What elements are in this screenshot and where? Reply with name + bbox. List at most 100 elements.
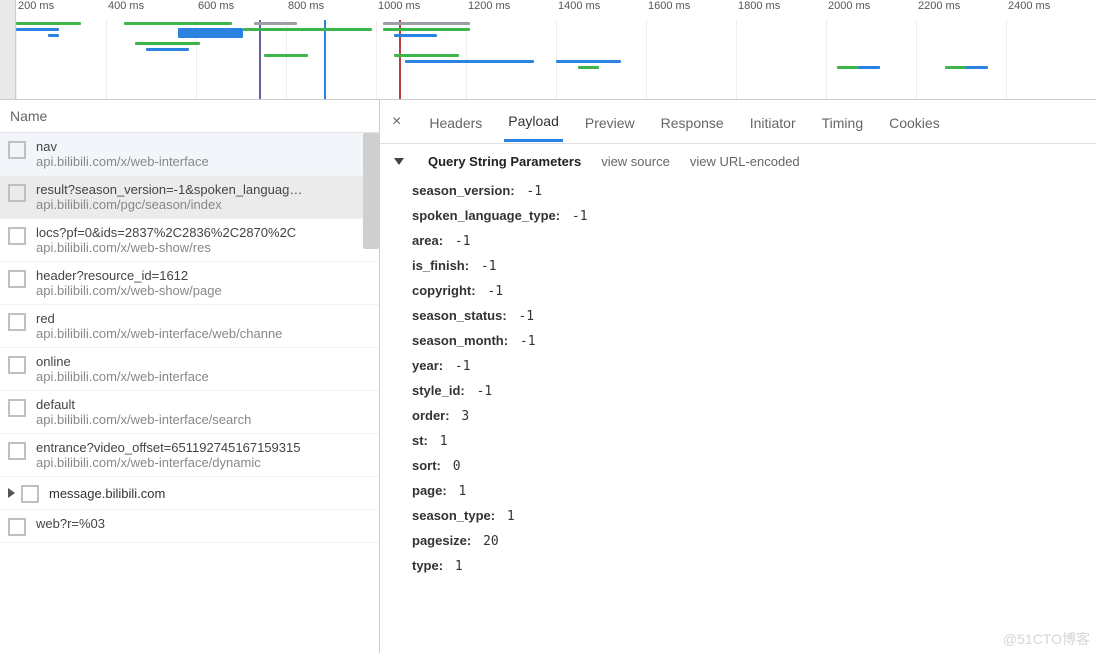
chevron-right-icon [8, 488, 15, 498]
query-param: season_month: -1 [412, 333, 1082, 349]
param-value: 1 [432, 434, 448, 449]
tab-preview[interactable]: Preview [581, 103, 639, 141]
param-value: -1 [511, 309, 534, 324]
param-key: style_id: [412, 383, 465, 398]
param-key: copyright: [412, 283, 476, 298]
request-domain: api.bilibili.com/x/web-interface/search [36, 412, 251, 427]
checkbox-icon[interactable] [8, 313, 26, 331]
timeline-tick: 2200 ms [916, 0, 1006, 20]
checkbox-icon[interactable] [8, 356, 26, 374]
param-value: -1 [564, 209, 587, 224]
load-marker-icon [324, 20, 326, 99]
request-row[interactable]: result?season_version=-1&spoken_languag…… [0, 176, 379, 219]
name-column-header[interactable]: Name [0, 100, 379, 133]
param-key: season_type: [412, 508, 495, 523]
request-row[interactable]: locs?pf=0&ids=2837%2C2836%2C2870%2Capi.b… [0, 219, 379, 262]
tab-cookies[interactable]: Cookies [885, 103, 944, 141]
request-row[interactable]: redapi.bilibili.com/x/web-interface/web/… [0, 305, 379, 348]
timeline-tick: 2400 ms [1006, 0, 1096, 20]
request-domain: api.bilibili.com/x/web-show/page [36, 283, 222, 298]
request-group-row[interactable]: message.bilibili.com [0, 477, 379, 510]
checkbox-icon[interactable] [21, 485, 39, 503]
query-param: spoken_language_type: -1 [412, 208, 1082, 224]
request-domain: api.bilibili.com/x/web-show/res [36, 240, 296, 255]
request-row[interactable]: defaultapi.bilibili.com/x/web-interface/… [0, 391, 379, 434]
param-key: order: [412, 408, 450, 423]
timeline-ticks: 200 ms400 ms600 ms800 ms1000 ms1200 ms14… [16, 0, 1096, 20]
timeline-tick: 600 ms [196, 0, 286, 20]
timeline-tick: 800 ms [286, 0, 376, 20]
timeline-tick: 400 ms [106, 0, 196, 20]
timeline-waterfall [16, 20, 1096, 99]
checkbox-icon[interactable] [8, 141, 26, 159]
checkbox-icon[interactable] [8, 270, 26, 288]
param-key: st: [412, 433, 428, 448]
request-row[interactable]: entrance?video_offset=651192745167159315… [0, 434, 379, 477]
param-key: season_status: [412, 308, 507, 323]
query-param: is_finish: -1 [412, 258, 1082, 274]
param-key: area: [412, 233, 443, 248]
scrollbar-thumb[interactable] [363, 133, 379, 249]
request-name: result?season_version=-1&spoken_languag… [36, 182, 302, 197]
query-param: pagesize: 20 [412, 533, 1082, 549]
section-title: Query String Parameters [428, 154, 581, 169]
tab-timing[interactable]: Timing [818, 103, 868, 141]
request-name: online [36, 354, 209, 369]
request-row[interactable]: navapi.bilibili.com/x/web-interface [0, 133, 379, 176]
query-param: season_status: -1 [412, 308, 1082, 324]
requests-list[interactable]: navapi.bilibili.com/x/web-interfaceresul… [0, 133, 379, 653]
query-param: area: -1 [412, 233, 1082, 249]
timeline-tick: 1000 ms [376, 0, 466, 20]
param-value: -1 [512, 334, 535, 349]
view-source-link[interactable]: view source [601, 154, 670, 169]
checkbox-icon[interactable] [8, 227, 26, 245]
requests-panel: Name navapi.bilibili.com/x/web-interface… [0, 100, 380, 653]
tab-headers[interactable]: Headers [425, 103, 486, 141]
request-name: nav [36, 139, 209, 154]
param-key: season_version: [412, 183, 515, 198]
param-value: -1 [469, 384, 492, 399]
checkbox-icon[interactable] [8, 184, 26, 202]
param-key: sort: [412, 458, 441, 473]
tab-initiator[interactable]: Initiator [746, 103, 800, 141]
timeline-tick: 2000 ms [826, 0, 916, 20]
tab-response[interactable]: Response [657, 103, 728, 141]
checkbox-icon[interactable] [8, 399, 26, 417]
request-row[interactable]: onlineapi.bilibili.com/x/web-interface [0, 348, 379, 391]
request-domain: api.bilibili.com/pgc/season/index [36, 197, 302, 212]
param-key: type: [412, 558, 443, 573]
checkbox-icon[interactable] [8, 442, 26, 460]
param-value: 3 [454, 409, 470, 424]
view-url-encoded-link[interactable]: view URL-encoded [690, 154, 800, 169]
param-value: -1 [480, 284, 503, 299]
param-value: 1 [451, 484, 467, 499]
param-key: page: [412, 483, 447, 498]
request-name: entrance?video_offset=651192745167159315 [36, 440, 300, 455]
param-key: year: [412, 358, 443, 373]
param-value: -1 [447, 234, 470, 249]
timeline-gutter [0, 0, 16, 99]
query-params-section-header[interactable]: Query String Parameters view source view… [394, 154, 1082, 169]
request-domain: api.bilibili.com/x/web-interface [36, 369, 209, 384]
request-name: red [36, 311, 282, 326]
caret-down-icon [394, 158, 404, 165]
query-params-list: season_version: -1spoken_language_type: … [394, 183, 1082, 574]
request-row[interactable]: web?r=%03 [0, 510, 379, 543]
close-icon[interactable]: × [386, 113, 407, 131]
query-param: page: 1 [412, 483, 1082, 499]
tab-payload[interactable]: Payload [504, 101, 563, 142]
param-value: 20 [475, 534, 498, 549]
timeline-overview[interactable]: 200 ms400 ms600 ms800 ms1000 ms1200 ms14… [0, 0, 1096, 100]
param-key: pagesize: [412, 533, 471, 548]
param-value: 1 [447, 559, 463, 574]
timeline-tick: 1600 ms [646, 0, 736, 20]
param-key: is_finish: [412, 258, 469, 273]
timeline-tick: 200 ms [16, 0, 106, 20]
load-event-marker-icon [399, 20, 401, 99]
request-row[interactable]: header?resource_id=1612api.bilibili.com/… [0, 262, 379, 305]
checkbox-icon[interactable] [8, 518, 26, 536]
param-value: -1 [447, 359, 470, 374]
request-name: default [36, 397, 251, 412]
param-key: spoken_language_type: [412, 208, 560, 223]
details-panel: × Headers Payload Preview Response Initiator… [380, 100, 1096, 653]
